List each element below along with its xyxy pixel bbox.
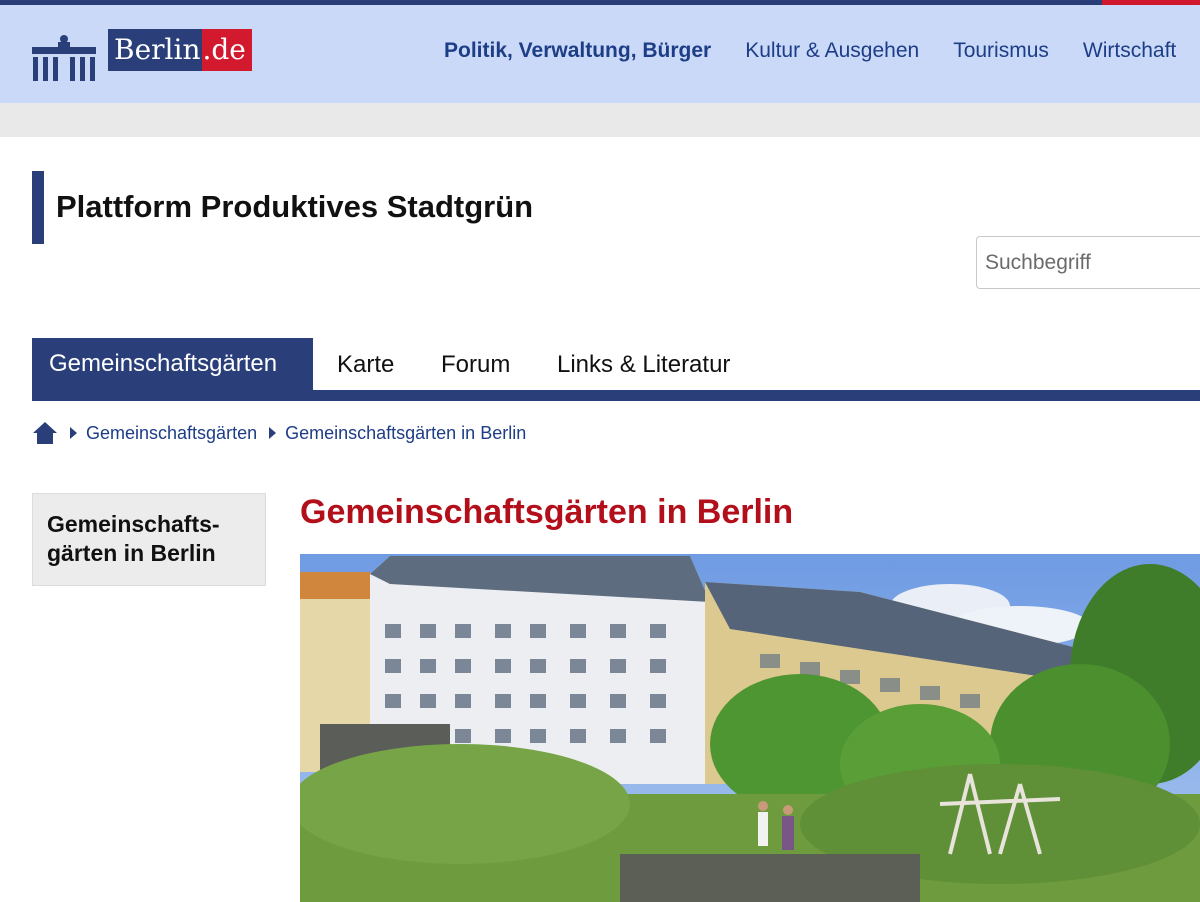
section-tabs: Gemeinschaftsgärten Karte Forum Links & … [32, 338, 1200, 401]
header-gray-band [0, 103, 1200, 137]
site-header: Berlin.de Politik, Verwaltung, Bürger Ku… [0, 5, 1200, 103]
breadcrumb-item-gemeinschaftsgaerten-in-berlin[interactable]: Gemeinschaftsgärten in Berlin [269, 423, 526, 444]
search-box [976, 236, 1200, 289]
site-title: Plattform Produktives Stadtgrün [56, 189, 534, 224]
breadcrumb-arrow-icon [269, 427, 277, 439]
nav-tourismus[interactable]: Tourismus [953, 38, 1049, 64]
tab-links-literatur[interactable]: Links & Literatur [557, 338, 730, 390]
home-icon[interactable] [32, 421, 58, 445]
tab-gemeinschaftsgaerten[interactable]: Gemeinschaftsgärten [32, 338, 313, 401]
breadcrumb-label: Gemeinschaftsgärten in Berlin [285, 422, 527, 443]
berlin-de-logo[interactable]: Berlin.de [30, 27, 260, 87]
site-title-block: Plattform Produktives Stadtgrün [32, 171, 533, 244]
brandenburg-gate-icon [32, 35, 96, 81]
breadcrumb-label: Gemeinschaftsgärten [86, 422, 258, 443]
breadcrumb-arrow-icon [70, 427, 77, 439]
search-input[interactable] [977, 237, 1200, 288]
garden-photo-illustration [300, 554, 1200, 902]
nav-kultur-ausgehen[interactable]: Kultur & Ausgehen [745, 38, 919, 64]
tab-forum[interactable]: Forum [441, 338, 510, 390]
main-navigation: Politik, Verwaltung, Bürger Kultur & Aus… [444, 38, 1200, 64]
logo-text-suffix: .de [202, 33, 246, 66]
page-heading: Gemeinschaftsgärten in Berlin [300, 493, 794, 531]
sidenav-item-gemeinschaftsgaerten-in-berlin[interactable]: Gemeinschafts-gärten in Berlin [47, 510, 251, 568]
tab-karte[interactable]: Karte [337, 338, 394, 390]
breadcrumb: Gemeinschaftsgärten Gemeinschaftsgärten … [32, 418, 538, 448]
logo-text-main: Berlin [108, 29, 203, 71]
nav-politik-verwaltung-buerger[interactable]: Politik, Verwaltung, Bürger [444, 38, 711, 64]
nav-wirtschaft[interactable]: Wirtschaft [1083, 38, 1176, 64]
logo-text: Berlin.de [108, 29, 252, 71]
side-navigation: Gemeinschafts-gärten in Berlin [32, 493, 266, 586]
breadcrumb-item-gemeinschaftsgaerten[interactable]: Gemeinschaftsgärten [70, 423, 257, 444]
garden-photo [300, 554, 1200, 902]
